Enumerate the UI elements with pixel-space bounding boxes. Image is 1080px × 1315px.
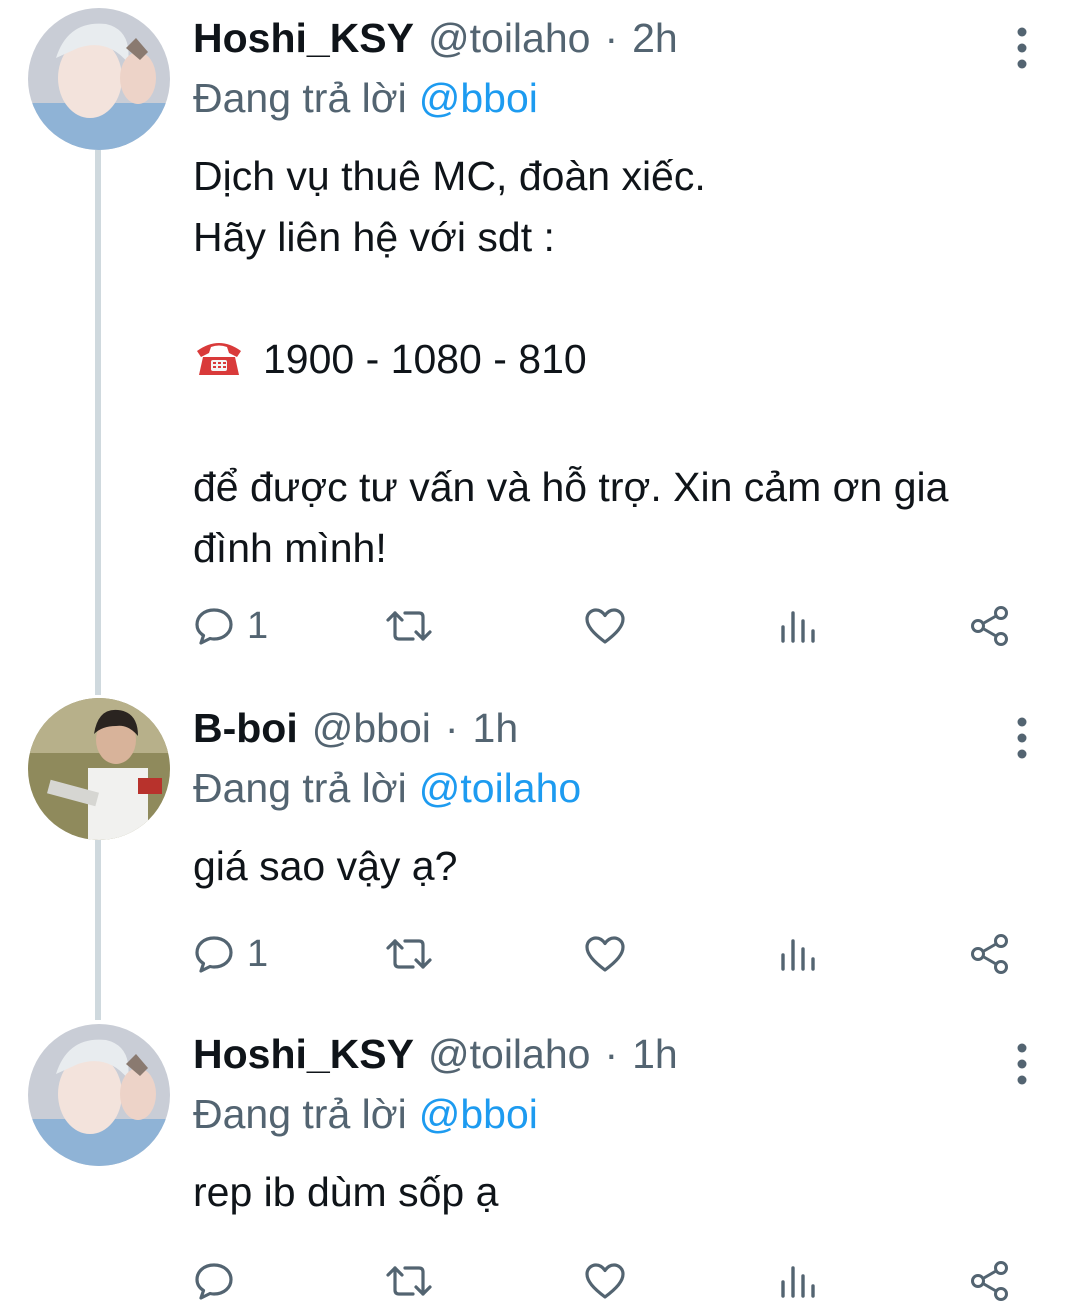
- share-button[interactable]: [969, 601, 1011, 651]
- author-handle[interactable]: @toilaho: [428, 1024, 590, 1084]
- share-button[interactable]: [969, 1256, 1011, 1306]
- tweet-line: rep ib dùm sốp ạ: [193, 1169, 499, 1215]
- share-icon: [969, 1260, 1011, 1302]
- tweet-line: Hãy liên hệ với sdt :: [193, 214, 555, 260]
- retweet-icon: [385, 933, 433, 975]
- replying-to: Đang trả lời @toilaho: [193, 758, 1053, 818]
- like-icon: [583, 1260, 627, 1302]
- tweet[interactable]: B-boi @bboi · 1h Đang trả lời @toilaho gi…: [0, 698, 1080, 998]
- more-icon[interactable]: [1004, 26, 1040, 70]
- mention-link[interactable]: @toilaho: [419, 765, 581, 811]
- tweet-text: rep ib dùm sốp ạ: [193, 1162, 1053, 1223]
- timestamp[interactable]: 2h: [632, 8, 678, 68]
- tweet-line: để được tư vấn và hỗ trợ. Xin cảm ơn gia: [193, 464, 949, 510]
- reply-icon: [193, 1260, 235, 1302]
- views-button[interactable]: [778, 1256, 818, 1306]
- tweet-line: giá sao vậy ạ?: [193, 843, 458, 889]
- separator-dot: ·: [604, 15, 619, 61]
- share-button[interactable]: [969, 929, 1011, 979]
- avatar[interactable]: [28, 8, 170, 150]
- reply-count: 1: [247, 604, 269, 647]
- timestamp[interactable]: 1h: [473, 698, 519, 758]
- share-icon: [969, 605, 1011, 647]
- author-name[interactable]: Hoshi_KSY: [193, 8, 414, 68]
- views-icon: [778, 605, 818, 647]
- replying-prefix: Đang trả lời: [193, 1091, 407, 1137]
- tweet-line: 1900 - 1080 - 810: [263, 336, 587, 382]
- replying-prefix: Đang trả lời: [193, 75, 407, 121]
- avatar[interactable]: [28, 698, 170, 840]
- more-icon[interactable]: [1004, 716, 1040, 760]
- like-button[interactable]: [583, 929, 627, 979]
- tweet-text: Dịch vụ thuê MC, đoàn xiếc. Hãy liên hệ …: [193, 146, 1053, 579]
- retweet-icon: [385, 1260, 433, 1302]
- tweet-actions: 1: [193, 929, 1023, 979]
- like-button[interactable]: [583, 1256, 627, 1306]
- more-icon[interactable]: [1004, 1042, 1040, 1086]
- like-icon: [583, 605, 627, 647]
- replying-to: Đang trả lời @bboi: [193, 68, 1053, 128]
- views-button[interactable]: [778, 929, 818, 979]
- retweet-button[interactable]: [385, 1256, 433, 1306]
- reply-button[interactable]: [193, 1256, 247, 1306]
- separator-dot: ·: [604, 1031, 619, 1077]
- separator-dot: ·: [444, 705, 459, 751]
- like-icon: [583, 933, 627, 975]
- tweet-actions: 1: [193, 601, 1023, 651]
- tweet-text: giá sao vậy ạ?: [193, 836, 1053, 897]
- timestamp[interactable]: 1h: [632, 1024, 678, 1084]
- retweet-button[interactable]: [385, 929, 433, 979]
- reply-button[interactable]: 1: [193, 929, 268, 979]
- views-icon: [778, 1260, 818, 1302]
- replying-prefix: Đang trả lời: [193, 765, 407, 811]
- replying-to: Đang trả lời @bboi: [193, 1084, 1053, 1144]
- retweet-icon: [385, 605, 433, 647]
- retweet-button[interactable]: [385, 601, 433, 651]
- reply-button[interactable]: 1: [193, 601, 268, 651]
- author-handle[interactable]: @toilaho: [428, 8, 590, 68]
- tweet[interactable]: Hoshi_KSY @toilaho · 1h Đang trả lời @bbo…: [0, 1024, 1080, 1315]
- reply-count: 1: [247, 932, 269, 975]
- tweet-actions: [193, 1256, 1023, 1306]
- author-name[interactable]: Hoshi_KSY: [193, 1024, 414, 1084]
- mention-link[interactable]: @bboi: [419, 1091, 538, 1137]
- mention-link[interactable]: @bboi: [419, 75, 538, 121]
- avatar[interactable]: [28, 1024, 170, 1166]
- reply-icon: [193, 933, 235, 975]
- tweet-line: đình mình!: [193, 525, 387, 571]
- author-handle[interactable]: @bboi: [312, 698, 431, 758]
- share-icon: [969, 933, 1011, 975]
- tweet-line: Dịch vụ thuê MC, đoàn xiếc.: [193, 153, 706, 199]
- views-button[interactable]: [778, 601, 818, 651]
- telephone-icon: [193, 335, 245, 396]
- like-button[interactable]: [583, 601, 627, 651]
- tweet[interactable]: Hoshi_KSY @toilaho · 2h Đang trả lời @bbo…: [0, 8, 1080, 688]
- views-icon: [778, 933, 818, 975]
- reply-icon: [193, 605, 235, 647]
- author-name[interactable]: B-boi: [193, 698, 298, 758]
